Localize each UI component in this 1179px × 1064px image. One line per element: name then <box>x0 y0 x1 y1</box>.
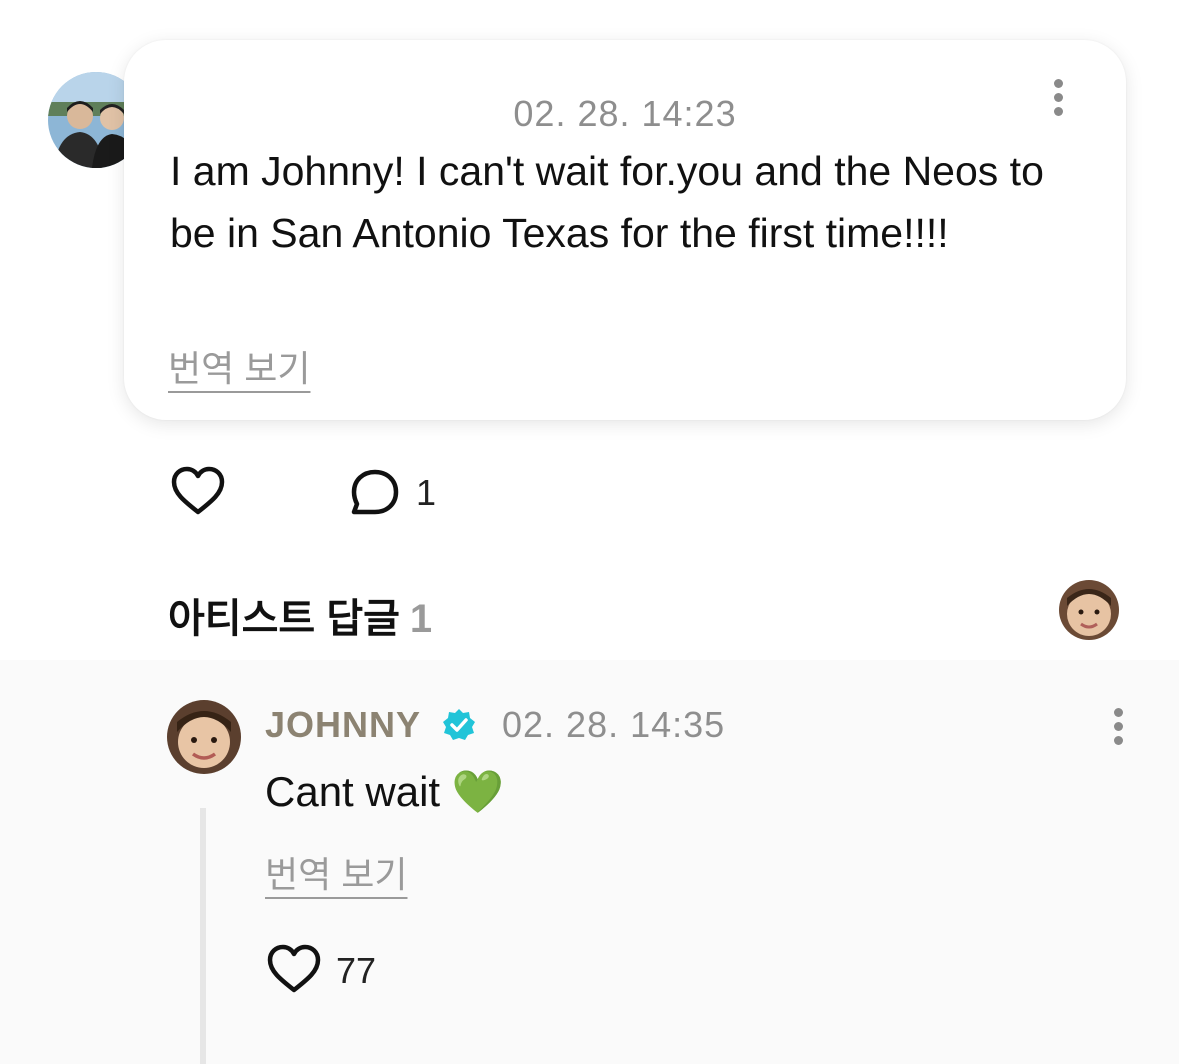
reply-thread-line <box>200 808 206 1064</box>
artist-avatar-small[interactable] <box>1059 580 1119 640</box>
reply-translate-link[interactable]: 번역 보기 <box>265 846 407 898</box>
post-more-icon[interactable] <box>1049 77 1069 117</box>
post-card: 02. 28. 14:23 I am Johnny! I can't wait … <box>124 40 1126 420</box>
artist-avatar-small-image <box>1059 580 1119 640</box>
reply-author-avatar-image <box>167 700 241 774</box>
reply-like-button[interactable] <box>266 944 322 994</box>
heart-icon <box>267 944 321 993</box>
post-translate-link[interactable]: 번역 보기 <box>168 340 310 392</box>
post-comment-count: 1 <box>416 472 437 513</box>
verified-badge-icon <box>442 708 476 742</box>
artist-replies-count: 1 <box>409 597 433 641</box>
artist-replies-label: 아티스트 답글 <box>168 597 400 641</box>
reply-more-icon[interactable] <box>1109 706 1129 746</box>
post-like-button[interactable] <box>170 466 226 516</box>
reply-timestamp: 02. 28. 14:35 <box>502 704 726 745</box>
reply-like-count: 77 <box>336 950 377 991</box>
heart-icon <box>171 466 225 515</box>
artist-replies-title: 아티스트 답글 1 <box>168 586 432 644</box>
reply-author-avatar[interactable] <box>167 700 241 774</box>
post-timestamp: 02. 28. 14:23 <box>513 93 737 134</box>
post-text: I am Johnny! I can't wait for.you and th… <box>170 148 1044 256</box>
comment-bubble-icon <box>351 469 399 515</box>
reply-author-name[interactable]: JOHNNY <box>265 704 421 746</box>
post-comment-button[interactable] <box>349 468 401 518</box>
reply-text: Cant wait 💚 <box>265 768 505 815</box>
